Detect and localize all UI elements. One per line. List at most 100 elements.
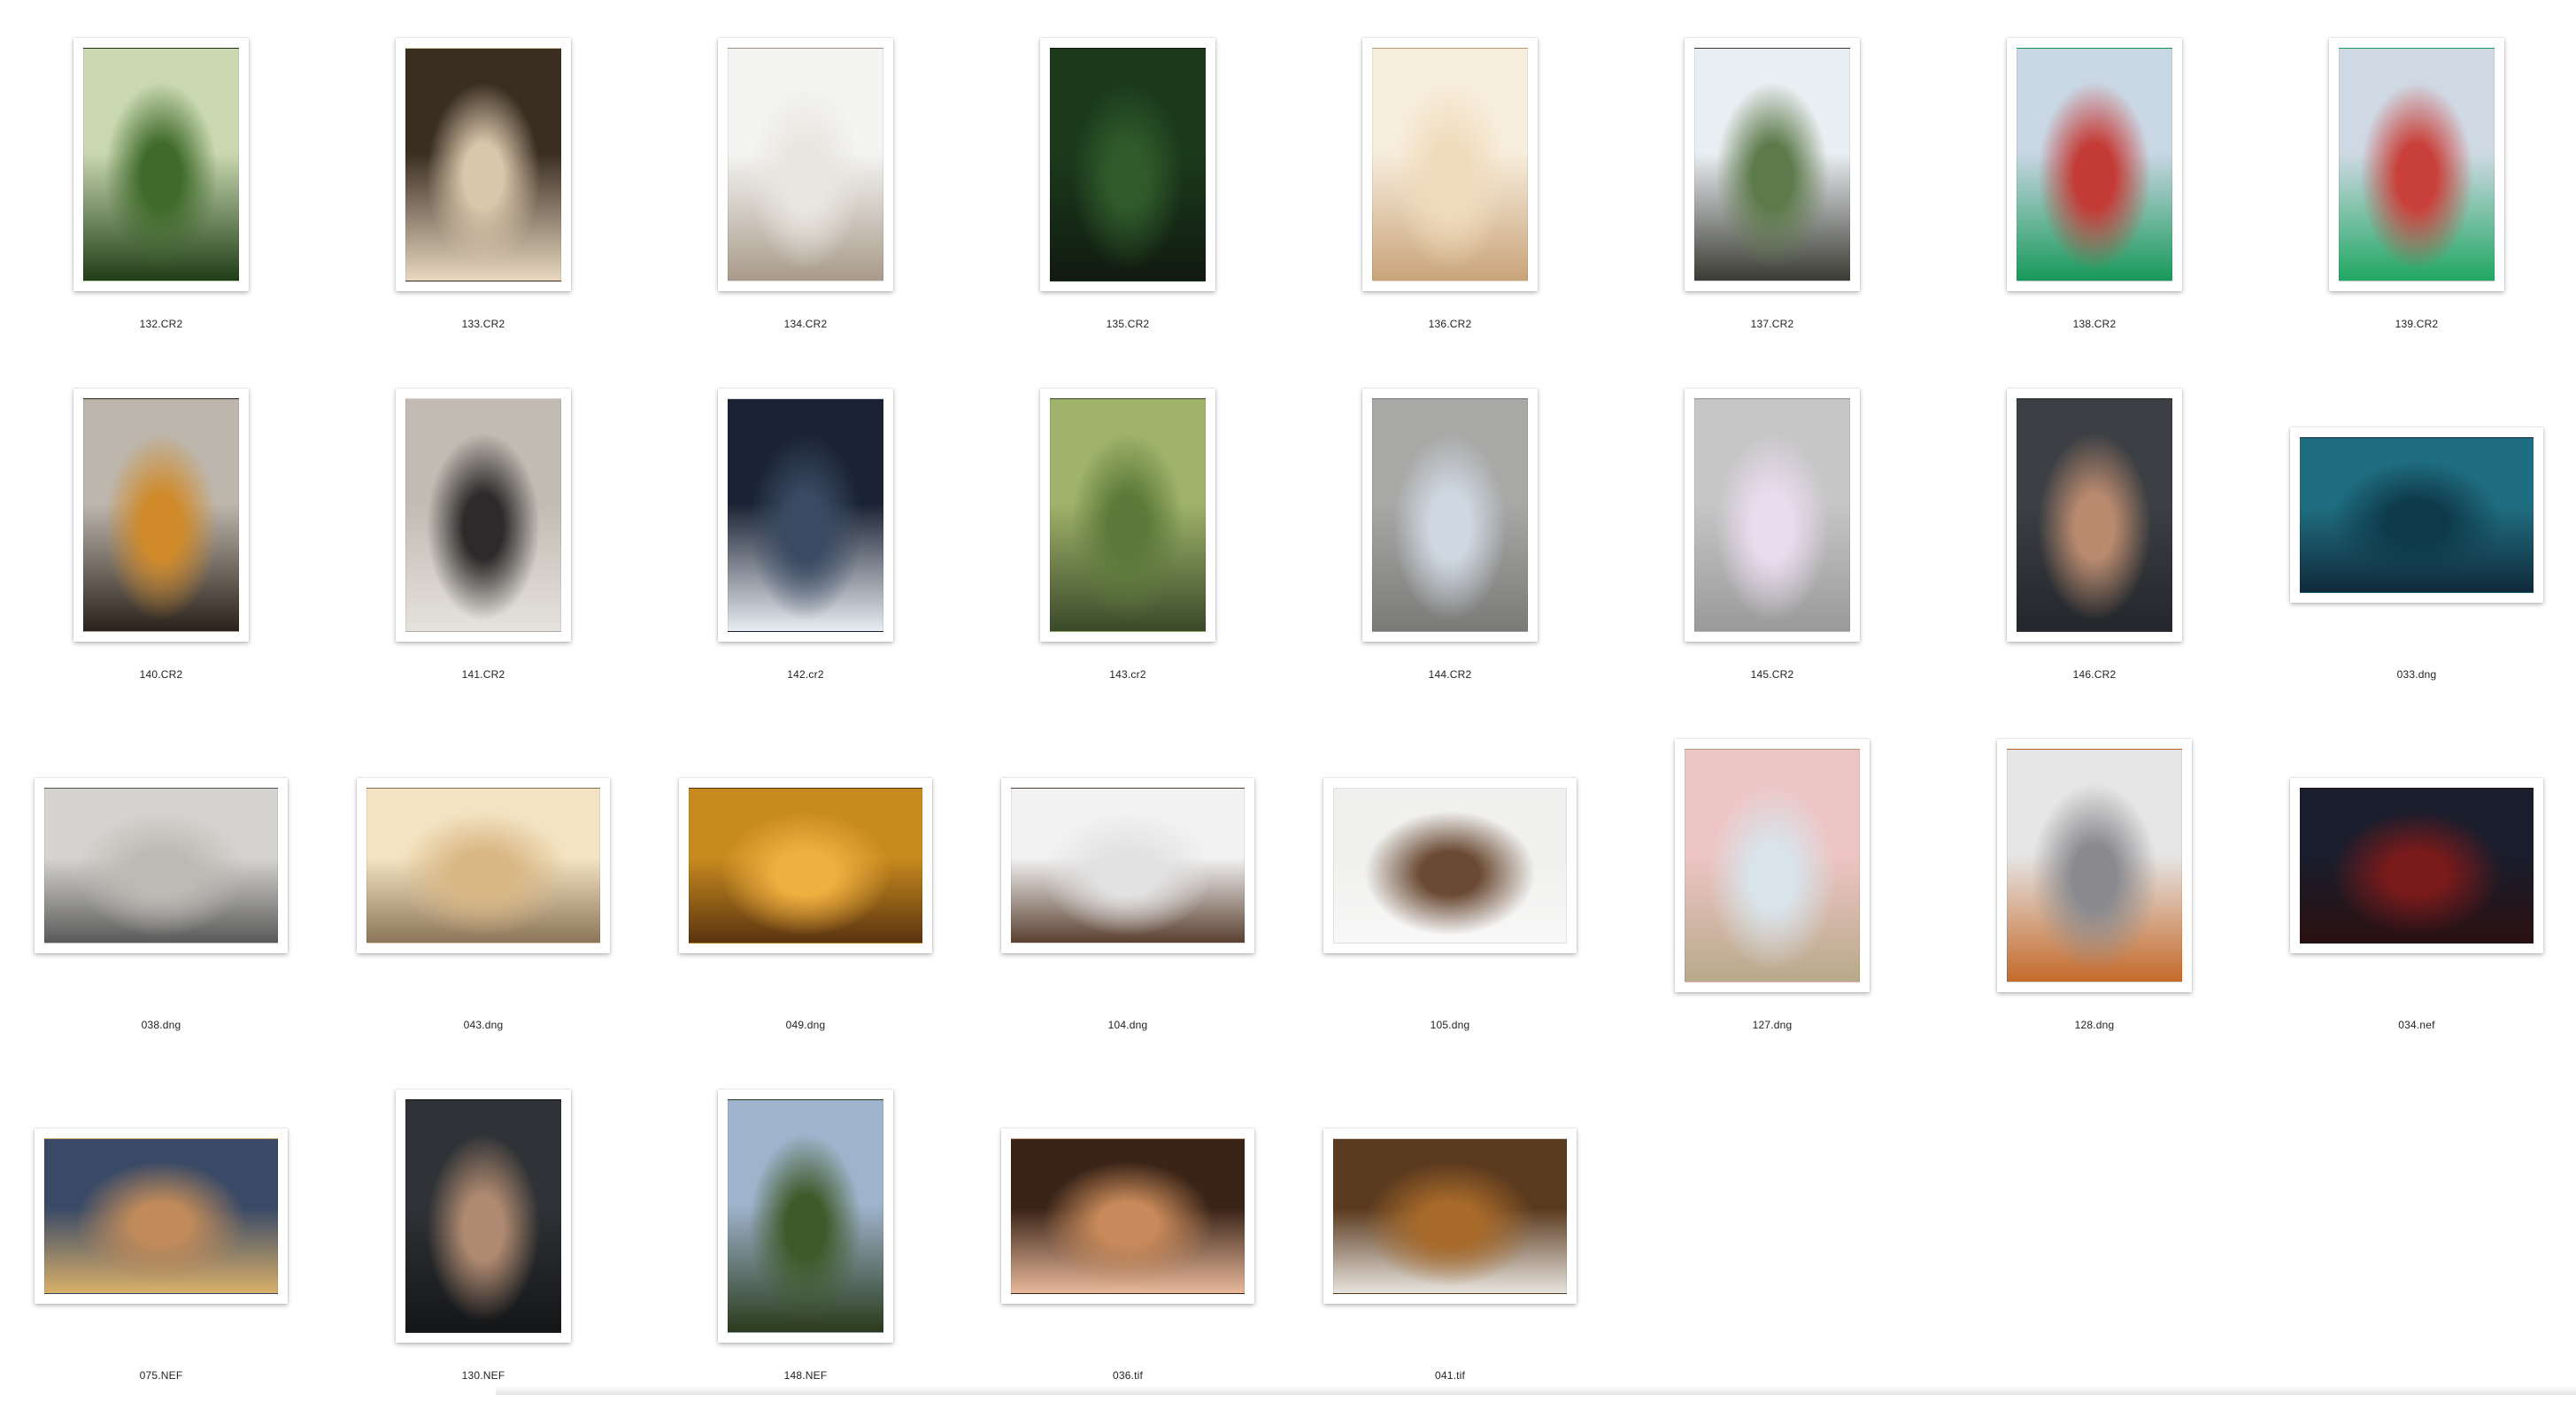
file-item[interactable]: 105.dng — [1289, 701, 1611, 1052]
file-item[interactable]: 128.dng — [1933, 701, 2256, 1052]
file-item[interactable]: 148.NEF — [644, 1052, 967, 1402]
file-item[interactable]: 136.CR2 — [1289, 0, 1611, 350]
photo-thumbnail — [2017, 398, 2172, 632]
thumbnail-frame[interactable] — [396, 38, 571, 291]
file-name-label: 104.dng — [1107, 1019, 1148, 1031]
thumbnail-frame[interactable] — [1001, 778, 1254, 953]
thumbnail-frame[interactable] — [2007, 389, 2182, 642]
thumbnail-frame[interactable] — [1040, 38, 1215, 291]
file-item[interactable]: 033.dng — [2256, 350, 2576, 701]
thumbnail-area — [322, 701, 644, 984]
file-item[interactable]: 146.CR2 — [1933, 350, 2256, 701]
file-name-label: 141.CR2 — [461, 668, 505, 681]
file-item[interactable]: 141.CR2 — [322, 350, 644, 701]
thumbnail-frame[interactable] — [35, 778, 288, 953]
thumbnail-frame[interactable] — [35, 1129, 288, 1304]
file-name-label: 146.CR2 — [2072, 668, 2117, 681]
thumbnail-frame[interactable] — [718, 1090, 893, 1343]
file-item[interactable]: 140.CR2 — [0, 350, 322, 701]
thumbnail-frame[interactable] — [1362, 389, 1538, 642]
thumbnail-area — [1933, 0, 2256, 291]
file-item[interactable]: 036.tif — [967, 1052, 1289, 1402]
thumbnail-frame[interactable] — [1040, 389, 1215, 642]
thumbnail-frame[interactable] — [1001, 1129, 1254, 1304]
thumbnail-frame[interactable] — [1323, 778, 1577, 953]
thumbnail-frame[interactable] — [718, 38, 893, 291]
thumbnail-area — [1611, 0, 1933, 291]
photo-thumbnail — [83, 48, 239, 281]
photo-thumbnail — [2300, 788, 2534, 944]
file-item[interactable]: 075.NEF — [0, 1052, 322, 1402]
thumbnail-frame[interactable] — [357, 778, 610, 953]
file-item[interactable]: 132.CR2 — [0, 0, 322, 350]
photo-thumbnail — [1685, 749, 1860, 982]
file-item[interactable]: 134.CR2 — [644, 0, 967, 350]
thumbnail-frame[interactable] — [1685, 389, 1860, 642]
thumbnail-area — [2256, 701, 2576, 984]
file-item[interactable]: 135.CR2 — [967, 0, 1289, 350]
file-item[interactable]: 130.NEF — [322, 1052, 644, 1402]
file-name-label: 144.CR2 — [1428, 668, 1472, 681]
photo-thumbnail — [1372, 398, 1528, 632]
thumbnail-frame[interactable] — [679, 778, 932, 953]
thumbnail-area — [644, 701, 967, 984]
file-item[interactable]: 144.CR2 — [1289, 350, 1611, 701]
file-name-label: 049.dng — [785, 1019, 826, 1031]
file-item[interactable]: 049.dng — [644, 701, 967, 1052]
thumbnail-frame[interactable] — [1362, 38, 1538, 291]
file-name-label: 038.dng — [141, 1019, 181, 1031]
file-item[interactable]: 041.tif — [1289, 1052, 1611, 1402]
thumbnail-frame[interactable] — [1675, 739, 1870, 992]
file-item[interactable]: 138.CR2 — [1933, 0, 2256, 350]
file-item[interactable]: 137.CR2 — [1611, 0, 1933, 350]
photo-thumbnail — [1333, 1138, 1567, 1294]
file-name-label: 138.CR2 — [2072, 318, 2117, 330]
thumbnail-frame[interactable] — [2290, 428, 2543, 603]
file-name-label: 033.dng — [2396, 668, 2437, 681]
thumbnail-area — [0, 701, 322, 984]
thumbnail-frame[interactable] — [2007, 38, 2182, 291]
photo-thumbnail — [405, 398, 561, 632]
photo-thumbnail — [83, 398, 239, 632]
thumbnail-frame[interactable] — [73, 38, 249, 291]
photo-thumbnail — [728, 398, 883, 632]
thumbnail-frame[interactable] — [1997, 739, 2192, 992]
file-item[interactable]: 038.dng — [0, 701, 322, 1052]
photo-thumbnail — [405, 48, 561, 281]
file-item[interactable]: 143.cr2 — [967, 350, 1289, 701]
photo-thumbnail — [1050, 48, 1206, 281]
file-item[interactable]: 142.cr2 — [644, 350, 967, 701]
thumbnail-frame[interactable] — [1685, 38, 1860, 291]
file-item[interactable]: 127.dng — [1611, 701, 1933, 1052]
photo-thumbnail — [44, 788, 278, 944]
file-item[interactable]: 043.dng — [322, 701, 644, 1052]
thumbnail-area — [644, 0, 967, 291]
file-grid: 132.CR2 133.CR2 134.CR2 135.CR2 136.CR2 137.C… — [0, 0, 2576, 1395]
thumbnail-frame[interactable] — [718, 389, 893, 642]
thumbnail-area — [1611, 350, 1933, 642]
thumbnail-area — [322, 0, 644, 291]
file-item[interactable]: 034.nef — [2256, 701, 2576, 1052]
thumbnail-area — [2256, 350, 2576, 634]
thumbnail-frame[interactable] — [2329, 38, 2504, 291]
thumbnail-frame[interactable] — [73, 389, 249, 642]
thumbnail-area — [1289, 1052, 1611, 1335]
file-item[interactable]: 145.CR2 — [1611, 350, 1933, 701]
thumbnail-frame[interactable] — [1323, 1129, 1577, 1304]
file-item[interactable]: 139.CR2 — [2256, 0, 2576, 350]
thumbnail-frame[interactable] — [2290, 778, 2543, 953]
thumbnail-frame[interactable] — [396, 389, 571, 642]
photo-thumbnail — [1011, 1138, 1245, 1294]
thumbnail-frame[interactable] — [396, 1090, 571, 1343]
photo-thumbnail — [1694, 48, 1850, 281]
file-name-label: 142.cr2 — [787, 668, 824, 681]
photo-thumbnail — [1333, 788, 1567, 944]
thumbnail-area — [644, 350, 967, 642]
photo-thumbnail — [728, 48, 883, 281]
photo-thumbnail — [1694, 398, 1850, 632]
file-item[interactable]: 104.dng — [967, 701, 1289, 1052]
thumbnail-area — [322, 1052, 644, 1343]
thumbnail-area — [0, 350, 322, 642]
file-item[interactable]: 133.CR2 — [322, 0, 644, 350]
thumbnail-area — [0, 1052, 322, 1335]
